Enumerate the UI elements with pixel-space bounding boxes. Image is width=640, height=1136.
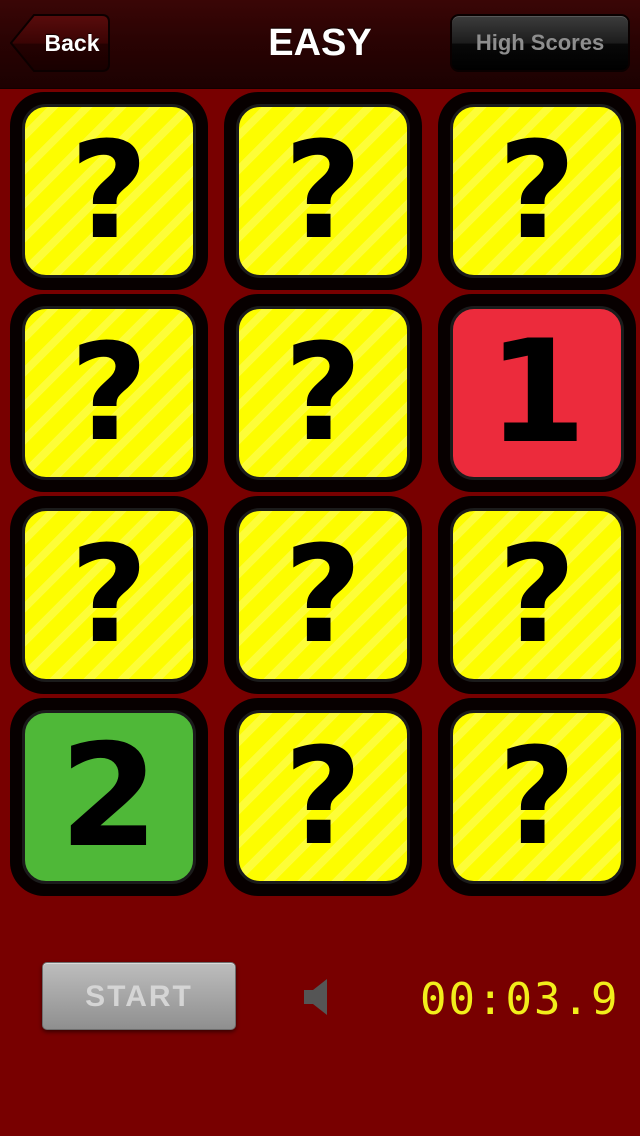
tile-number: 1 <box>487 310 587 475</box>
question-mark-icon: ? <box>284 113 362 269</box>
tile-number: 2 <box>59 714 159 879</box>
tile-face-hidden: ? <box>450 710 624 884</box>
memory-tile[interactable]: ? <box>10 496 208 694</box>
memory-tile[interactable]: 1 <box>438 294 636 492</box>
question-mark-icon: ? <box>498 113 576 269</box>
tile-face-hidden: ? <box>450 508 624 682</box>
speaker-icon-glyph <box>304 979 327 1015</box>
memory-tile[interactable]: ? <box>224 92 422 290</box>
question-mark-icon: ? <box>284 719 362 875</box>
memory-tile[interactable]: ? <box>10 294 208 492</box>
question-mark-icon: ? <box>498 517 576 673</box>
question-mark-icon: ? <box>70 113 148 269</box>
question-mark-icon: ? <box>284 517 362 673</box>
elapsed-timer: 00:03.9 <box>420 974 620 1025</box>
memory-tile[interactable]: ? <box>438 698 636 896</box>
speaker-icon[interactable] <box>300 976 336 1018</box>
start-button[interactable]: START <box>42 962 236 1030</box>
tile-face-revealed: 1 <box>450 306 624 480</box>
tile-face-hidden: ? <box>22 508 196 682</box>
memory-tile[interactable]: ? <box>10 92 208 290</box>
tile-face-hidden: ? <box>236 306 410 480</box>
memory-tile[interactable]: ? <box>438 92 636 290</box>
memory-tile[interactable]: ? <box>224 496 422 694</box>
back-button[interactable]: Back <box>10 14 110 72</box>
memory-tile[interactable]: 2 <box>10 698 208 896</box>
question-mark-icon: ? <box>70 315 148 471</box>
question-mark-icon: ? <box>284 315 362 471</box>
question-mark-icon: ? <box>70 517 148 673</box>
back-button-label: Back <box>44 30 100 56</box>
game-board: ????? 1??? 2?? <box>10 92 636 896</box>
memory-tile[interactable]: ? <box>224 294 422 492</box>
tile-face-hidden: ? <box>22 104 196 278</box>
tile-face-hidden: ? <box>236 710 410 884</box>
tile-face-hidden: ? <box>22 306 196 480</box>
tile-face-revealed: 2 <box>22 710 196 884</box>
memory-tile[interactable]: ? <box>224 698 422 896</box>
navigation-bar: EASY Back High Scores <box>0 0 640 89</box>
memory-tile[interactable]: ? <box>438 496 636 694</box>
tile-face-hidden: ? <box>236 104 410 278</box>
high-scores-button[interactable]: High Scores <box>450 14 630 72</box>
tile-face-hidden: ? <box>236 508 410 682</box>
tile-face-hidden: ? <box>450 104 624 278</box>
question-mark-icon: ? <box>498 719 576 875</box>
